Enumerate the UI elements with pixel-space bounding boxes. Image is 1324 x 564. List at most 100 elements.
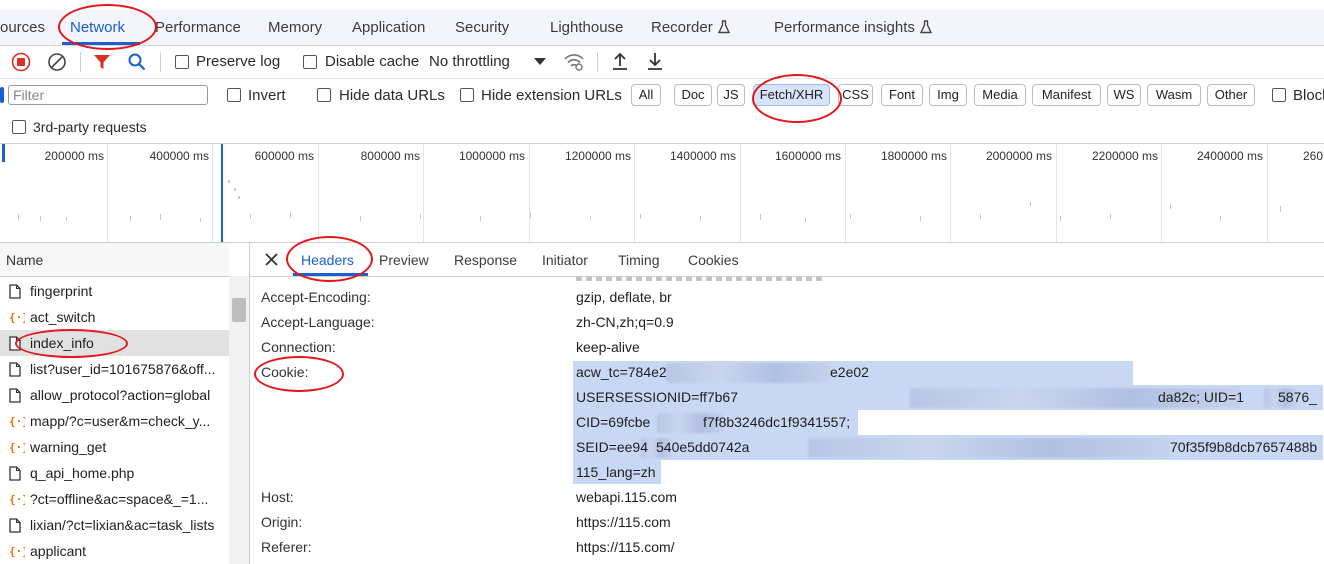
request-row[interactable]: {·} mapp/?c=user&m=check_y...	[0, 408, 229, 434]
document-icon	[9, 518, 21, 533]
tab-recorder[interactable]: Recorder	[651, 19, 730, 36]
request-row[interactable]: {·} applicant	[0, 538, 229, 564]
type-filter-other[interactable]: Other	[1207, 84, 1255, 106]
filter-input[interactable]	[8, 85, 208, 105]
filter-icon[interactable]	[93, 53, 111, 71]
type-filter-media[interactable]: Media	[974, 84, 1026, 106]
svg-text:{·}: {·}	[9, 441, 25, 454]
request-row[interactable]: {·} warning_get	[0, 434, 229, 460]
svg-text:{·}: {·}	[9, 545, 25, 558]
hide-data-urls-label: Hide data URLs	[339, 87, 445, 104]
stop-recording-icon[interactable]	[11, 52, 31, 72]
tab-performance-insights-label: Performance insights	[774, 19, 915, 36]
request-list-scrollbar[interactable]	[229, 276, 249, 564]
document-icon	[9, 388, 21, 403]
tab-response[interactable]: Response	[454, 252, 517, 268]
request-row[interactable]: q_api_home.php	[0, 460, 229, 486]
type-filter-wasm[interactable]: Wasm	[1147, 84, 1201, 106]
search-icon[interactable]	[127, 52, 147, 72]
tab-performance[interactable]: Performance	[155, 19, 241, 36]
request-row[interactable]: lixian/?ct=lixian&ac=task_lists	[0, 512, 229, 538]
type-filter-manifest[interactable]: Manifest	[1032, 84, 1101, 106]
request-name: lixian/?ct=lixian&ac=task_lists	[30, 517, 215, 533]
request-list-header[interactable]: Name	[0, 243, 229, 277]
upload-icon[interactable]	[611, 51, 629, 71]
document-icon	[9, 466, 21, 481]
hide-extension-urls-checkbox[interactable]	[460, 88, 474, 102]
type-filter-doc[interactable]: Doc	[674, 84, 712, 106]
third-party-checkbox[interactable]	[12, 120, 26, 134]
tab-timing[interactable]: Timing	[618, 252, 660, 268]
xhr-icon: {·}	[9, 311, 25, 324]
invert-checkbox[interactable]	[227, 88, 241, 102]
filter-toolbar: Invert Hide data URLs Hide extension URL…	[0, 79, 1324, 144]
chevron-down-icon[interactable]	[534, 58, 546, 66]
tab-memory[interactable]: Memory	[268, 19, 322, 36]
tab-lighthouse[interactable]: Lighthouse	[550, 19, 623, 36]
tab-preview[interactable]: Preview	[379, 252, 429, 268]
tab-sources[interactable]: ources	[0, 19, 45, 36]
disable-cache-checkbox[interactable]	[303, 55, 317, 69]
name-column-header: Name	[6, 252, 44, 268]
cookie-value-line: e2e02	[830, 364, 869, 380]
tab-cookies[interactable]: Cookies	[688, 252, 739, 268]
preserve-log-checkbox[interactable]	[175, 55, 189, 69]
request-row[interactable]: {·} act_switch	[0, 304, 229, 330]
tab-performance-insights[interactable]: Performance insights	[774, 19, 932, 36]
header-name: Accept-Language:	[261, 314, 375, 330]
network-conditions-icon[interactable]	[563, 52, 585, 72]
header-name: Accept-Encoding:	[261, 289, 371, 305]
tab-initiator[interactable]: Initiator	[542, 252, 588, 268]
request-name: ?ct=offline&ac=space&_=1...	[30, 491, 209, 507]
details-tab-bar: Headers Preview Response Initiator Timin…	[250, 243, 1324, 277]
type-filter-css[interactable]: CSS	[838, 84, 873, 106]
hide-extension-urls-label: Hide extension URLs	[481, 87, 622, 104]
type-filter-all[interactable]: All	[631, 84, 661, 106]
cookie-value-line: CID=69fcbe	[576, 414, 651, 430]
tab-application[interactable]: Application	[352, 19, 425, 36]
header-name: Referer:	[261, 539, 312, 555]
header-name: Connection:	[261, 339, 336, 355]
cookie-value-line: da82c; UID=1	[1158, 389, 1244, 405]
type-filter-ws[interactable]: WS	[1107, 84, 1141, 106]
xhr-icon: {·}	[9, 415, 25, 428]
flask-icon	[919, 20, 932, 34]
clear-icon[interactable]	[47, 52, 67, 72]
cookie-value-line: 70f35f9b8dcb7657488b	[1170, 439, 1318, 455]
document-icon	[9, 362, 21, 377]
xhr-icon: {·}	[9, 441, 25, 454]
request-row[interactable]: list?user_id=101675876&off...	[0, 356, 229, 382]
document-icon	[9, 336, 21, 351]
xhr-icon: {·}	[9, 493, 25, 506]
block-requests-checkbox[interactable]	[1272, 88, 1286, 102]
request-row[interactable]: allow_protocol?action=global	[0, 382, 229, 408]
network-overview-timeline[interactable]: 200000 ms 400000 ms 600000 ms 800000 ms …	[0, 144, 1324, 243]
tab-network[interactable]: Network	[70, 19, 125, 36]
download-icon[interactable]	[646, 51, 664, 71]
hide-data-urls-checkbox[interactable]	[317, 88, 331, 102]
request-name: index_info	[30, 335, 94, 351]
clipped-header-row	[576, 277, 826, 281]
type-filter-font[interactable]: Font	[881, 84, 923, 106]
cookie-value-line: SEID=ee94	[576, 439, 648, 455]
request-name: warning_get	[30, 439, 107, 455]
cookie-value-line: 540e5dd0742a	[656, 439, 750, 455]
type-filter-js[interactable]: JS	[717, 84, 745, 106]
request-row[interactable]: fingerprint	[0, 278, 229, 304]
invert-label: Invert	[248, 87, 286, 104]
tab-headers[interactable]: Headers	[301, 252, 354, 268]
type-filter-img[interactable]: Img	[929, 84, 967, 106]
throttling-select[interactable]: No throttling	[429, 53, 510, 70]
close-icon[interactable]	[265, 253, 278, 266]
type-filter-fetch-xhr[interactable]: Fetch/XHR	[753, 84, 830, 106]
request-name: applicant	[30, 543, 87, 559]
flask-icon	[717, 20, 730, 34]
block-requests-label: Block	[1293, 87, 1324, 104]
request-name: fingerprint	[30, 283, 93, 299]
filter-indicator	[0, 87, 4, 103]
scrollbar-thumb[interactable]	[232, 298, 246, 322]
request-row[interactable]: index_info	[0, 330, 229, 356]
disable-cache-label: Disable cache	[325, 53, 420, 70]
tab-security[interactable]: Security	[455, 19, 509, 36]
request-row[interactable]: {·} ?ct=offline&ac=space&_=1...	[0, 486, 229, 512]
